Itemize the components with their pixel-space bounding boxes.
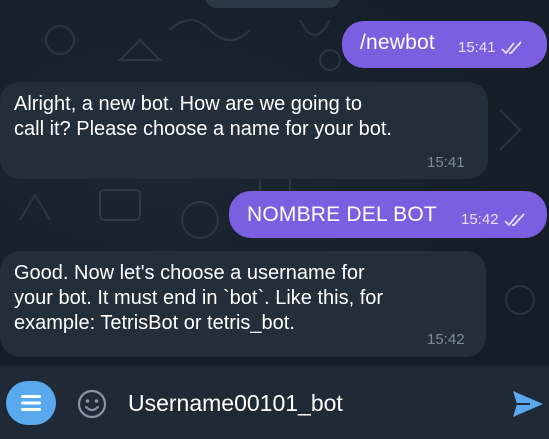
message-line: Alright, a new bot. How are we going to [14, 93, 362, 115]
outgoing-message[interactable]: NOMBRE DEL BOT 15:42 [229, 191, 547, 238]
message-line: call it? Please choose a name for your b… [14, 118, 392, 140]
menu-button[interactable] [6, 381, 56, 425]
message-meta: 15:42 [461, 211, 526, 228]
date-separator [205, 0, 340, 8]
message-time: 15:42 [427, 331, 465, 348]
read-receipt-icon [503, 212, 525, 226]
incoming-message[interactable]: Good. Now let's choose a username for yo… [0, 251, 486, 357]
menu-icon [21, 395, 41, 411]
emoji-icon[interactable] [76, 388, 108, 420]
message-meta: 15:41 [458, 39, 523, 56]
message-composer: Username00101_bot [0, 366, 549, 439]
outgoing-message[interactable]: /newbot 15:41 [342, 21, 547, 68]
message-time: 15:41 [458, 39, 496, 56]
message-text: Good. Now let's choose a username for yo… [14, 261, 383, 336]
message-text: /newbot [360, 31, 435, 54]
message-line: your bot. It must end in `bot`. Like thi… [14, 287, 384, 309]
message-line: example: TetrisBot or tetris_bot. [14, 312, 295, 334]
message-input[interactable]: Username00101_bot [128, 388, 488, 418]
message-text: Alright, a new bot. How are we going to … [14, 92, 392, 142]
message-line: Good. Now let's choose a username for [14, 262, 365, 284]
message-text: NOMBRE DEL BOT [247, 203, 437, 226]
send-icon[interactable] [510, 388, 546, 420]
message-time: 15:41 [427, 154, 465, 171]
read-receipt-icon [500, 40, 522, 54]
message-time: 15:42 [461, 211, 499, 228]
chat-area[interactable]: /newbot 15:41 Alright, a new bot. How ar… [0, 0, 549, 366]
incoming-message[interactable]: Alright, a new bot. How are we going to … [0, 82, 488, 179]
